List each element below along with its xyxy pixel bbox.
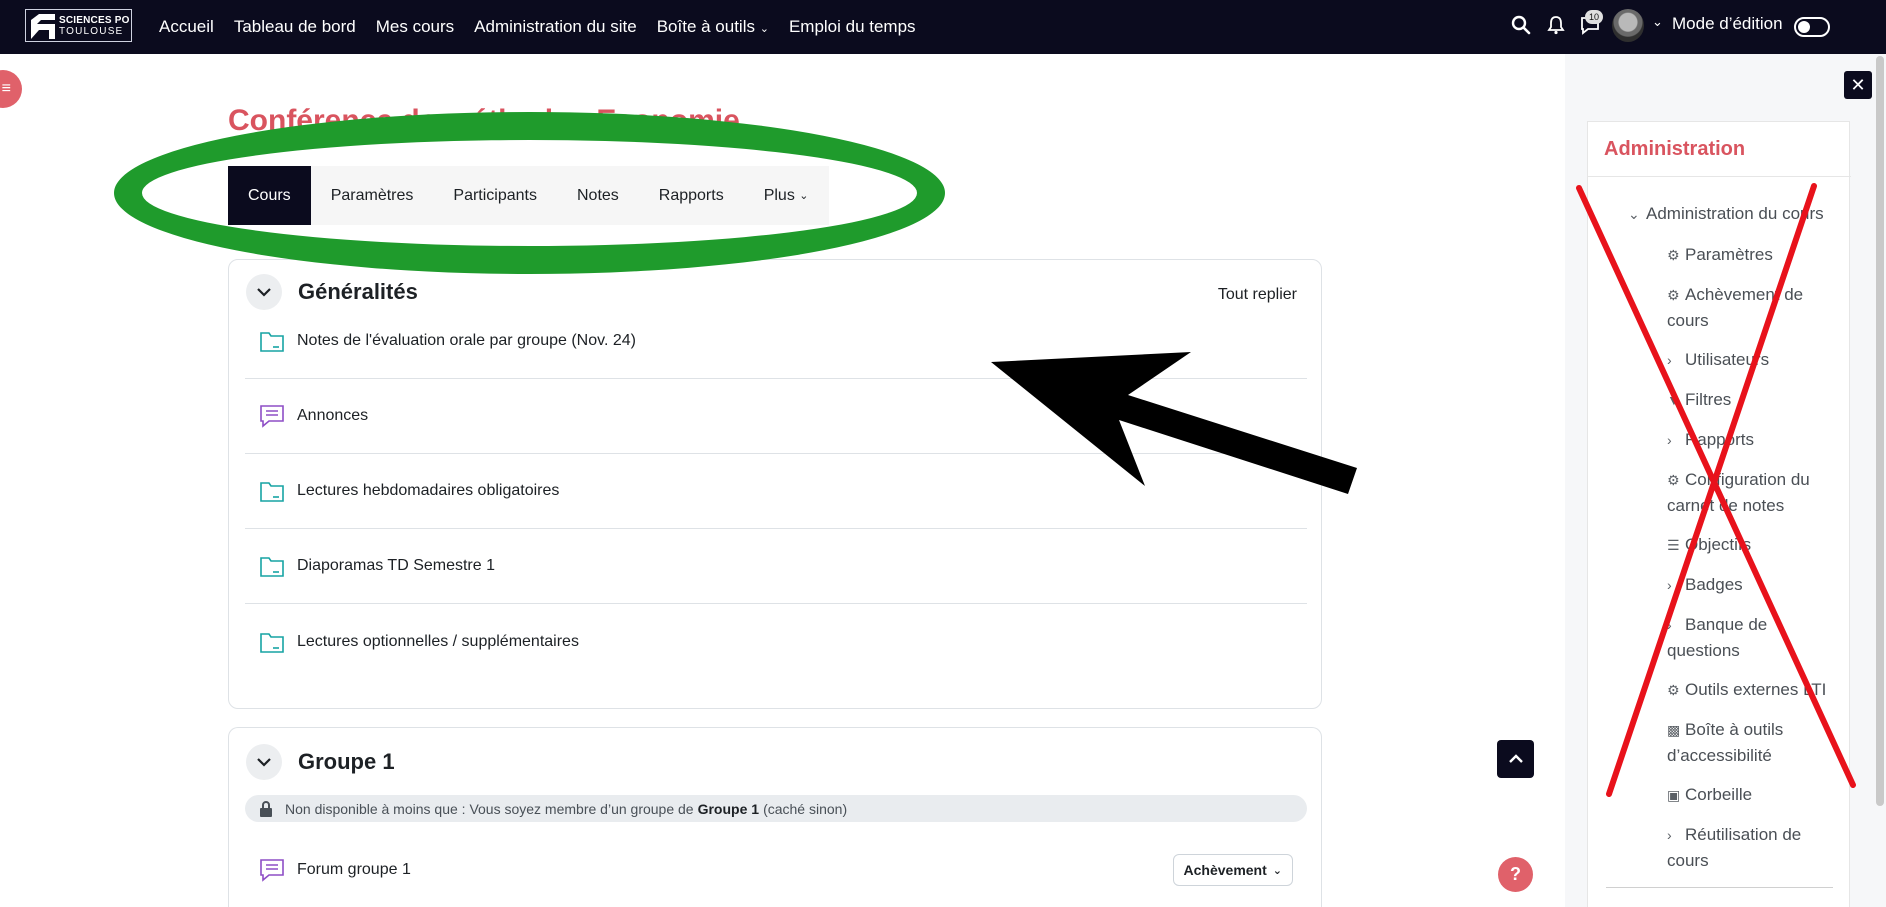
chevron-up-icon — [1508, 754, 1523, 763]
help-button[interactable]: ? — [1498, 857, 1533, 892]
folder-icon — [260, 482, 284, 502]
message-count-badge: 10 — [1585, 10, 1603, 24]
lock-icon — [260, 800, 272, 817]
nav-link-timetable[interactable]: Emploi du temps — [789, 17, 916, 37]
activity-name[interactable]: Lectures hebdomadaires obligatoires — [297, 482, 559, 500]
user-avatar[interactable] — [1612, 9, 1644, 42]
chevron-down-icon — [257, 288, 271, 297]
divider — [1588, 176, 1851, 177]
forum-icon — [260, 858, 284, 882]
activity-name[interactable]: Annonces — [297, 407, 368, 425]
edit-mode-label: Mode d’édition — [1672, 14, 1783, 33]
nav-link-my-courses[interactable]: Mes cours — [376, 17, 454, 37]
logo-mark-icon — [29, 12, 55, 39]
edit-mode-toggle[interactable] — [1794, 17, 1830, 37]
drawer-close-button[interactable]: ✕ — [1844, 71, 1872, 99]
activity-item[interactable]: Forum groupe 1 — [245, 832, 1307, 907]
divider — [1606, 887, 1833, 888]
section-title[interactable]: Généralités — [298, 279, 418, 305]
restriction-text: Non disponible à moins que : Vous soyez … — [285, 800, 694, 817]
search-icon[interactable] — [1511, 15, 1531, 35]
activity-item[interactable]: Lectures optionnelles / supplémentaires — [245, 604, 1307, 679]
course-index-toggle-button[interactable]: ≡ — [0, 70, 22, 108]
close-icon: ✕ — [1850, 74, 1866, 95]
nav-link-toolbox[interactable]: Boîte à outils ⌄ — [657, 17, 769, 37]
restriction-suffix: (caché sinon) — [763, 800, 848, 817]
site-logo[interactable]: SCIENCES PO TOULOUSE — [25, 9, 132, 42]
annotation-arrow-icon — [991, 352, 1357, 494]
chevron-down-icon: ⌄ — [1272, 864, 1282, 877]
completion-label: Achèvement — [1183, 862, 1267, 878]
chevron-right-icon: › — [1667, 827, 1672, 843]
page-scrollbar[interactable] — [1876, 56, 1884, 806]
logo-text-line2: TOULOUSE — [59, 25, 124, 37]
user-menu-chevron-icon[interactable]: ⌄ — [1652, 14, 1663, 30]
logo-text-line1: SCIENCES PO — [59, 14, 130, 26]
restriction-notice: Non disponible à moins que : Vous soyez … — [245, 795, 1307, 822]
chevron-down-icon — [257, 758, 271, 767]
top-navbar: SCIENCES PO TOULOUSE Accueil Tableau de … — [0, 0, 1886, 54]
forum-icon — [260, 405, 284, 428]
back-to-top-button[interactable] — [1497, 740, 1534, 778]
activity-item[interactable]: Diaporamas TD Semestre 1 — [245, 529, 1307, 604]
folder-icon — [260, 332, 284, 352]
nav-link-home[interactable]: Accueil — [159, 17, 214, 37]
section-title[interactable]: Groupe 1 — [298, 749, 395, 775]
collapse-all-link[interactable]: Tout replier — [1218, 286, 1297, 304]
tree-item-label-line2: cours — [1667, 851, 1709, 870]
tree-item-label: Réutilisation de — [1685, 825, 1802, 844]
section-group-1: Groupe 1 Non disponible à moins que : Vo… — [228, 727, 1322, 907]
folder-icon — [260, 557, 284, 577]
restriction-group-name: Groupe 1 — [697, 800, 760, 817]
chevron-down-icon: ⌄ — [759, 23, 769, 35]
folder-icon — [260, 632, 284, 653]
completion-dropdown-button[interactable]: Achèvement ⌄ — [1172, 854, 1293, 886]
admin-block-title: Administration — [1604, 138, 1746, 160]
activity-name[interactable]: Lectures optionnelles / supplémentaires — [297, 633, 579, 651]
activity-name[interactable]: Notes de l'évaluation orale par groupe (… — [297, 332, 636, 350]
menu-icon: ≡ — [1, 80, 11, 97]
section-collapse-button[interactable] — [246, 744, 282, 780]
nav-link-toolbox-label: Boîte à outils — [656, 17, 755, 36]
bell-icon[interactable] — [1547, 15, 1565, 35]
tree-item-course-reuse[interactable]: › Réutilisation de cours — [1667, 822, 1801, 873]
activity-name[interactable]: Diaporamas TD Semestre 1 — [297, 557, 495, 575]
annotation-green-ellipse — [114, 112, 945, 274]
annotation-red-cross-icon — [1576, 183, 1856, 797]
nav-link-site-admin[interactable]: Administration du site — [474, 17, 637, 37]
nav-link-dashboard[interactable]: Tableau de bord — [234, 17, 356, 37]
activity-name[interactable]: Forum groupe 1 — [297, 861, 411, 879]
question-icon: ? — [1510, 864, 1521, 884]
